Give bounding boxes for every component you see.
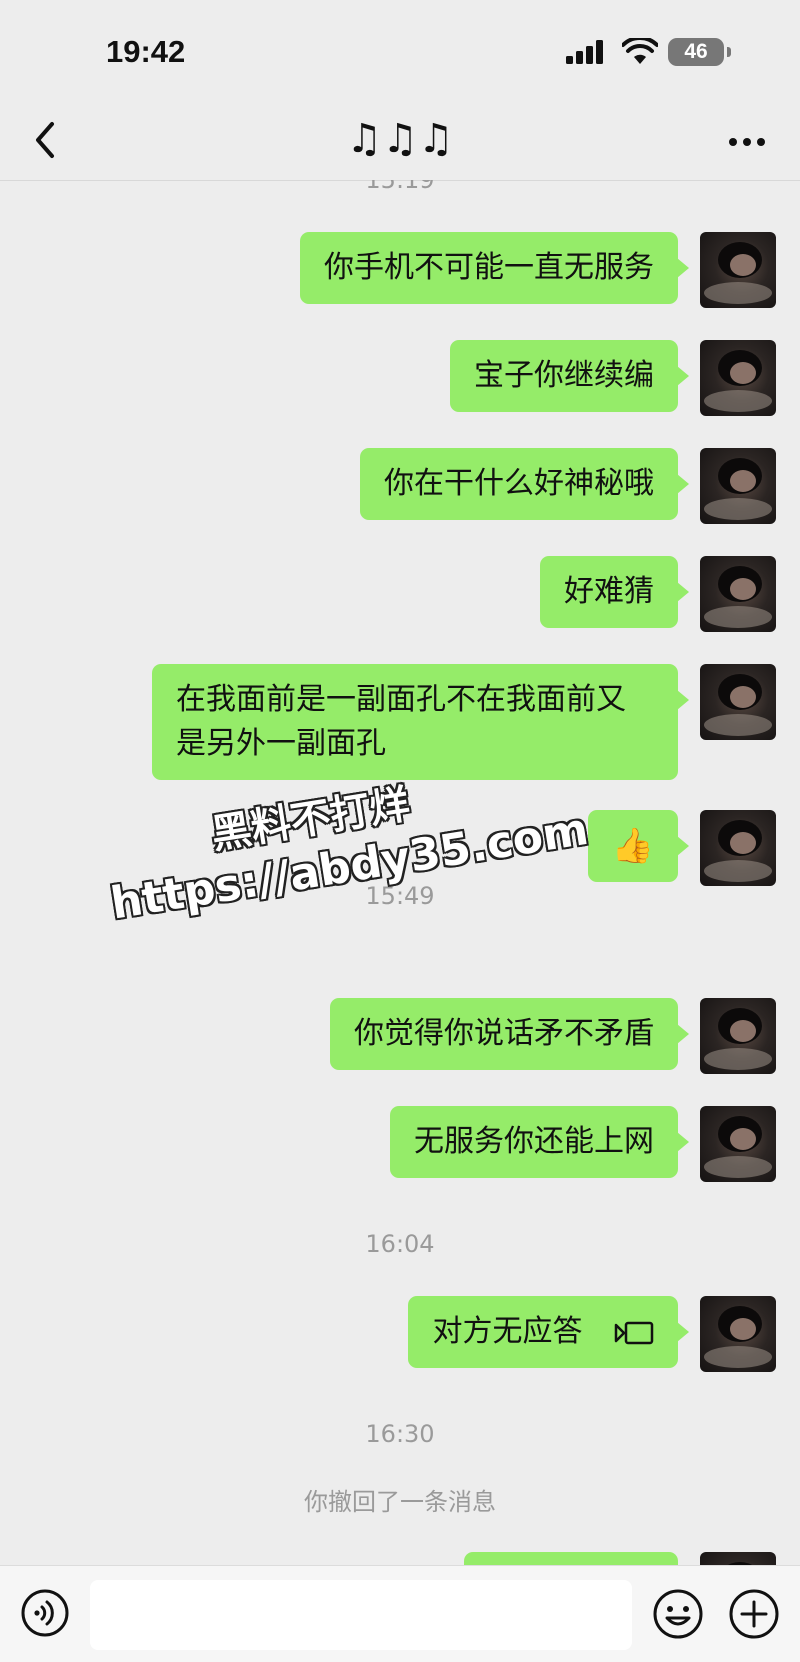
battery-indicator: 46 xyxy=(668,38,724,66)
plus-icon[interactable] xyxy=(728,1588,780,1640)
wifi-icon xyxy=(622,38,658,64)
message-row: 对方无应答 xyxy=(408,1296,776,1372)
timestamp: 16:30 xyxy=(365,1420,435,1448)
avatar[interactable] xyxy=(700,232,776,308)
message-row: 无服务你还能上网 xyxy=(390,1106,776,1182)
avatar[interactable] xyxy=(700,1552,776,1565)
avatar[interactable] xyxy=(700,1296,776,1372)
avatar[interactable] xyxy=(700,998,776,1074)
battery-cap xyxy=(727,47,731,57)
video-call-icon xyxy=(614,1321,654,1344)
message-bubble[interactable]: 你在干什么好神秘哦 xyxy=(360,448,689,520)
call-bubble[interactable]: 对方无应答 xyxy=(408,1296,689,1368)
more-options-icon[interactable] xyxy=(724,120,770,160)
message-input[interactable] xyxy=(90,1580,632,1650)
status-bar: 19:42 46 xyxy=(0,0,800,100)
message-row: 好难猜 xyxy=(540,556,776,632)
recall-notice: 你撤回了一条消息 xyxy=(304,1488,496,1516)
avatar[interactable] xyxy=(700,664,776,740)
message-bubble[interactable]: 无服务你还能上网 xyxy=(390,1106,689,1178)
avatar[interactable] xyxy=(700,556,776,632)
avatar[interactable] xyxy=(700,810,776,886)
input-bar xyxy=(0,1565,800,1662)
message-row-partial xyxy=(464,1552,776,1565)
thumbs-up-sticker[interactable]: 👍 xyxy=(587,810,690,882)
message-row: 你手机不可能一直无服务 xyxy=(300,232,776,308)
emoji-icon[interactable] xyxy=(652,1588,704,1640)
message-row: 你觉得你说话矛不矛盾 xyxy=(330,998,776,1074)
message-row: 你在干什么好神秘哦 xyxy=(360,448,776,524)
message-bubble[interactable]: 在我面前是一副面孔不在我面前又是另外一副面孔 xyxy=(152,664,689,780)
message-row: 宝子你继续编 xyxy=(450,340,776,416)
avatar[interactable] xyxy=(700,1106,776,1182)
signal-icon xyxy=(566,40,603,64)
avatar[interactable] xyxy=(700,448,776,524)
avatar[interactable] xyxy=(700,340,776,416)
nav-bar: ♫♫♫ xyxy=(0,100,800,181)
message-bubble-partial[interactable] xyxy=(464,1552,678,1565)
message-bubble[interactable]: 好难猜 xyxy=(540,556,689,628)
call-status-text: 对方无应答 xyxy=(432,1314,583,1349)
message-bubble[interactable]: 宝子你继续编 xyxy=(450,340,689,412)
message-bubble[interactable]: 你手机不可能一直无服务 xyxy=(300,232,689,304)
message-row: 👍 xyxy=(587,810,776,886)
timestamp: 16:04 xyxy=(365,1230,435,1258)
message-bubble[interactable]: 你觉得你说话矛不矛盾 xyxy=(330,998,689,1070)
voice-icon[interactable] xyxy=(20,1588,70,1638)
timestamp: 15:19 xyxy=(365,180,435,194)
chat-title: ♫♫♫ xyxy=(346,116,454,162)
status-time: 19:42 xyxy=(106,34,186,69)
